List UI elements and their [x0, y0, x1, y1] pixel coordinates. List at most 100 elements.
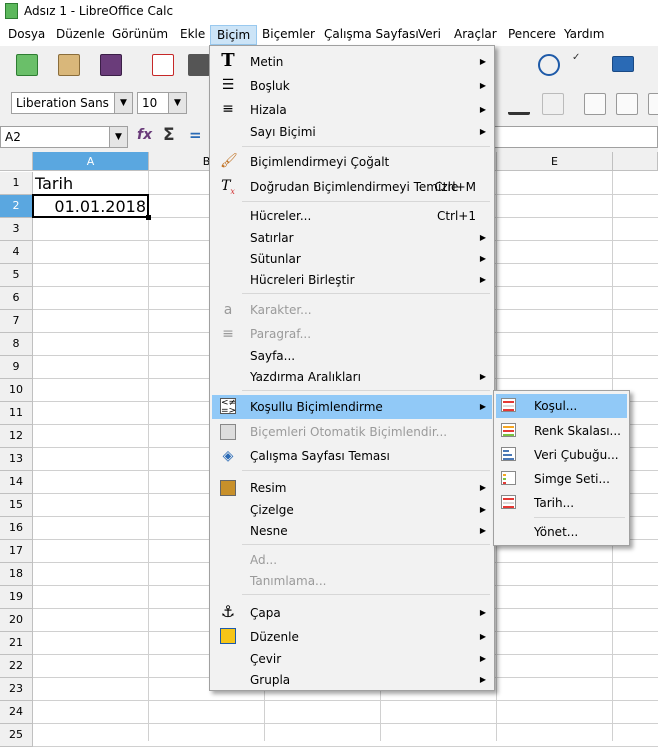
- row-header-2[interactable]: 2: [0, 195, 33, 218]
- chevron-down-icon[interactable]: ▼: [168, 93, 186, 113]
- row-header-23[interactable]: 23: [0, 678, 33, 701]
- row-header-6[interactable]: 6: [0, 287, 33, 310]
- menu-item-sayfa[interactable]: Sayfa...: [212, 345, 492, 367]
- menu-item-yazdirma-araliklari[interactable]: Yazdırma Aralıkları ▶: [212, 366, 492, 388]
- menu-dosya[interactable]: Dosya: [2, 25, 51, 45]
- menu-item-hizala[interactable]: ≡ Hizala ▶: [212, 98, 492, 122]
- menu-item-grupla[interactable]: Grupla ▶: [212, 669, 492, 691]
- merge-cells-icon[interactable]: [542, 93, 564, 115]
- row-header-15[interactable]: 15: [0, 494, 33, 517]
- print-icon[interactable]: [188, 54, 210, 76]
- row-header-20[interactable]: 20: [0, 609, 33, 632]
- row-header-12[interactable]: 12: [0, 425, 33, 448]
- menu-item-bosluk[interactable]: ☰ Boşluk ▶: [212, 74, 492, 98]
- wrap-text-icon[interactable]: [508, 93, 530, 115]
- row-header-10[interactable]: 10: [0, 379, 33, 402]
- submenu-arrow-icon: ▶: [479, 654, 486, 663]
- font-name-combo[interactable]: Liberation Sans ▼: [11, 92, 133, 114]
- new-spreadsheet-icon[interactable]: [16, 54, 38, 76]
- row-header-3[interactable]: 3: [0, 218, 33, 241]
- submenu-arrow-icon: ▶: [479, 81, 486, 90]
- row-header-11[interactable]: 11: [0, 402, 33, 425]
- row-header-19[interactable]: 19: [0, 586, 33, 609]
- select-all-corner[interactable]: [0, 152, 33, 171]
- menu-item-cizelge[interactable]: Çizelge ▶: [212, 499, 492, 521]
- date-condition-icon: [501, 495, 516, 509]
- open-folder-icon[interactable]: [58, 54, 80, 76]
- export-pdf-icon[interactable]: [152, 54, 174, 76]
- column-header-a[interactable]: A: [33, 152, 149, 171]
- menu-item-metin[interactable]: T Metin ▶: [212, 50, 492, 74]
- align-left-icon[interactable]: [584, 93, 606, 115]
- menu-item-nesne[interactable]: Nesne ▶: [212, 520, 492, 542]
- label: Tanımlama...: [250, 574, 327, 588]
- menu-item-cevir[interactable]: Çevir ▶: [212, 648, 492, 670]
- align-center-icon[interactable]: [616, 93, 638, 115]
- name-box[interactable]: A2 ▼: [0, 126, 128, 148]
- chevron-down-icon[interactable]: ▼: [114, 93, 132, 113]
- formula-equals-icon[interactable]: =: [189, 126, 202, 144]
- row-table-icon[interactable]: [612, 56, 634, 72]
- menu-item-kosullu-bicimlendirme[interactable]: <≠ => Koşullu Biçimlendirme ▶: [212, 395, 492, 419]
- submenu-item-yonet[interactable]: Yönet...: [496, 521, 627, 543]
- row-header-14[interactable]: 14: [0, 471, 33, 494]
- menu-item-hucreler[interactable]: Hücreler... Ctrl+1: [212, 205, 492, 227]
- cell-a2-selected[interactable]: 01.01.2018: [32, 194, 151, 220]
- submenu-item-kosul[interactable]: Koşul...: [496, 394, 627, 418]
- row-header-8[interactable]: 8: [0, 333, 33, 356]
- menu-bicim[interactable]: Biçim: [210, 25, 258, 45]
- menu-item-bicimlendirmeyi-cogalt[interactable]: 🖌 Biçimlendirmeyi Çoğalt: [212, 150, 492, 174]
- row-header-18[interactable]: 18: [0, 563, 33, 586]
- sum-icon[interactable]: Σ: [163, 125, 175, 145]
- row-header-1[interactable]: 1: [0, 172, 33, 195]
- column-header-f[interactable]: [613, 152, 658, 171]
- row-header-7[interactable]: 7: [0, 310, 33, 333]
- submenu-item-renk-skalasi[interactable]: Renk Skalası...: [496, 419, 627, 443]
- find-replace-icon[interactable]: [538, 54, 560, 76]
- fill-handle[interactable]: [146, 215, 151, 220]
- align-right-icon[interactable]: [648, 93, 658, 115]
- row-header-25[interactable]: 25: [0, 724, 33, 747]
- menu-item-hucreleri-birlestir[interactable]: Hücreleri Birleştir ▶: [212, 269, 492, 291]
- menu-item-sayi-bicimi[interactable]: Sayı Biçimi ▶: [212, 121, 492, 143]
- spellcheck-icon[interactable]: ✓: [572, 52, 594, 74]
- menu-pencere[interactable]: Pencere: [502, 25, 562, 45]
- menu-bicemler[interactable]: Biçemler: [256, 25, 321, 45]
- row-header-21[interactable]: 21: [0, 632, 33, 655]
- menu-araclar[interactable]: Araçlar: [448, 25, 503, 45]
- row-header-4[interactable]: 4: [0, 241, 33, 264]
- row-header-16[interactable]: 16: [0, 517, 33, 540]
- submenu-item-veri-cubugu[interactable]: Veri Çubuğu...: [496, 443, 627, 467]
- menu-duzenle[interactable]: Düzenle: [50, 25, 111, 45]
- menu-item-duzenle[interactable]: Düzenle ▶: [212, 625, 492, 649]
- label: Tarih...: [534, 496, 575, 510]
- submenu-item-simge-seti[interactable]: Simge Seti...: [496, 467, 627, 491]
- menu-calisma-sayfasi[interactable]: Çalışma Sayfası: [318, 25, 425, 45]
- menu-gorunum[interactable]: Görünüm: [106, 25, 174, 45]
- row-header-9[interactable]: 9: [0, 356, 33, 379]
- save-icon[interactable]: [100, 54, 122, 76]
- menu-item-dogrudan-temizle[interactable]: Tx Doğrudan Biçimlendirmeyi Temizle Ctrl+M: [212, 175, 492, 199]
- menu-item-sutunlar[interactable]: Sütunlar ▶: [212, 248, 492, 270]
- color-scale-icon: [501, 423, 516, 437]
- submenu-item-tarih[interactable]: Tarih...: [496, 491, 627, 515]
- menu-item-satirlar[interactable]: Satırlar ▶: [212, 227, 492, 249]
- chevron-down-icon[interactable]: ▼: [109, 127, 127, 147]
- menu-veri[interactable]: Veri: [412, 25, 447, 45]
- menu-yardim[interactable]: Yardım: [558, 25, 610, 45]
- row-header-24[interactable]: 24: [0, 701, 33, 724]
- cell-a1[interactable]: Tarih: [35, 174, 73, 193]
- menu-ekle[interactable]: Ekle: [174, 25, 211, 45]
- submenu-arrow-icon: ▶: [479, 505, 486, 514]
- submenu-arrow-icon: ▶: [479, 105, 486, 114]
- row-header-5[interactable]: 5: [0, 264, 33, 287]
- menu-item-capa[interactable]: ⚓ Çapa ▶: [212, 601, 492, 625]
- row-header-22[interactable]: 22: [0, 655, 33, 678]
- menu-item-resim[interactable]: Resim ▶: [212, 477, 492, 499]
- row-header-13[interactable]: 13: [0, 448, 33, 471]
- menu-item-calisma-sayfasi-temasi[interactable]: ◈ Çalışma Sayfası Teması: [212, 445, 492, 467]
- function-wizard-icon[interactable]: fx: [137, 127, 152, 143]
- column-header-e[interactable]: E: [497, 152, 613, 171]
- row-header-17[interactable]: 17: [0, 540, 33, 563]
- font-size-combo[interactable]: 10 ▼: [137, 92, 187, 114]
